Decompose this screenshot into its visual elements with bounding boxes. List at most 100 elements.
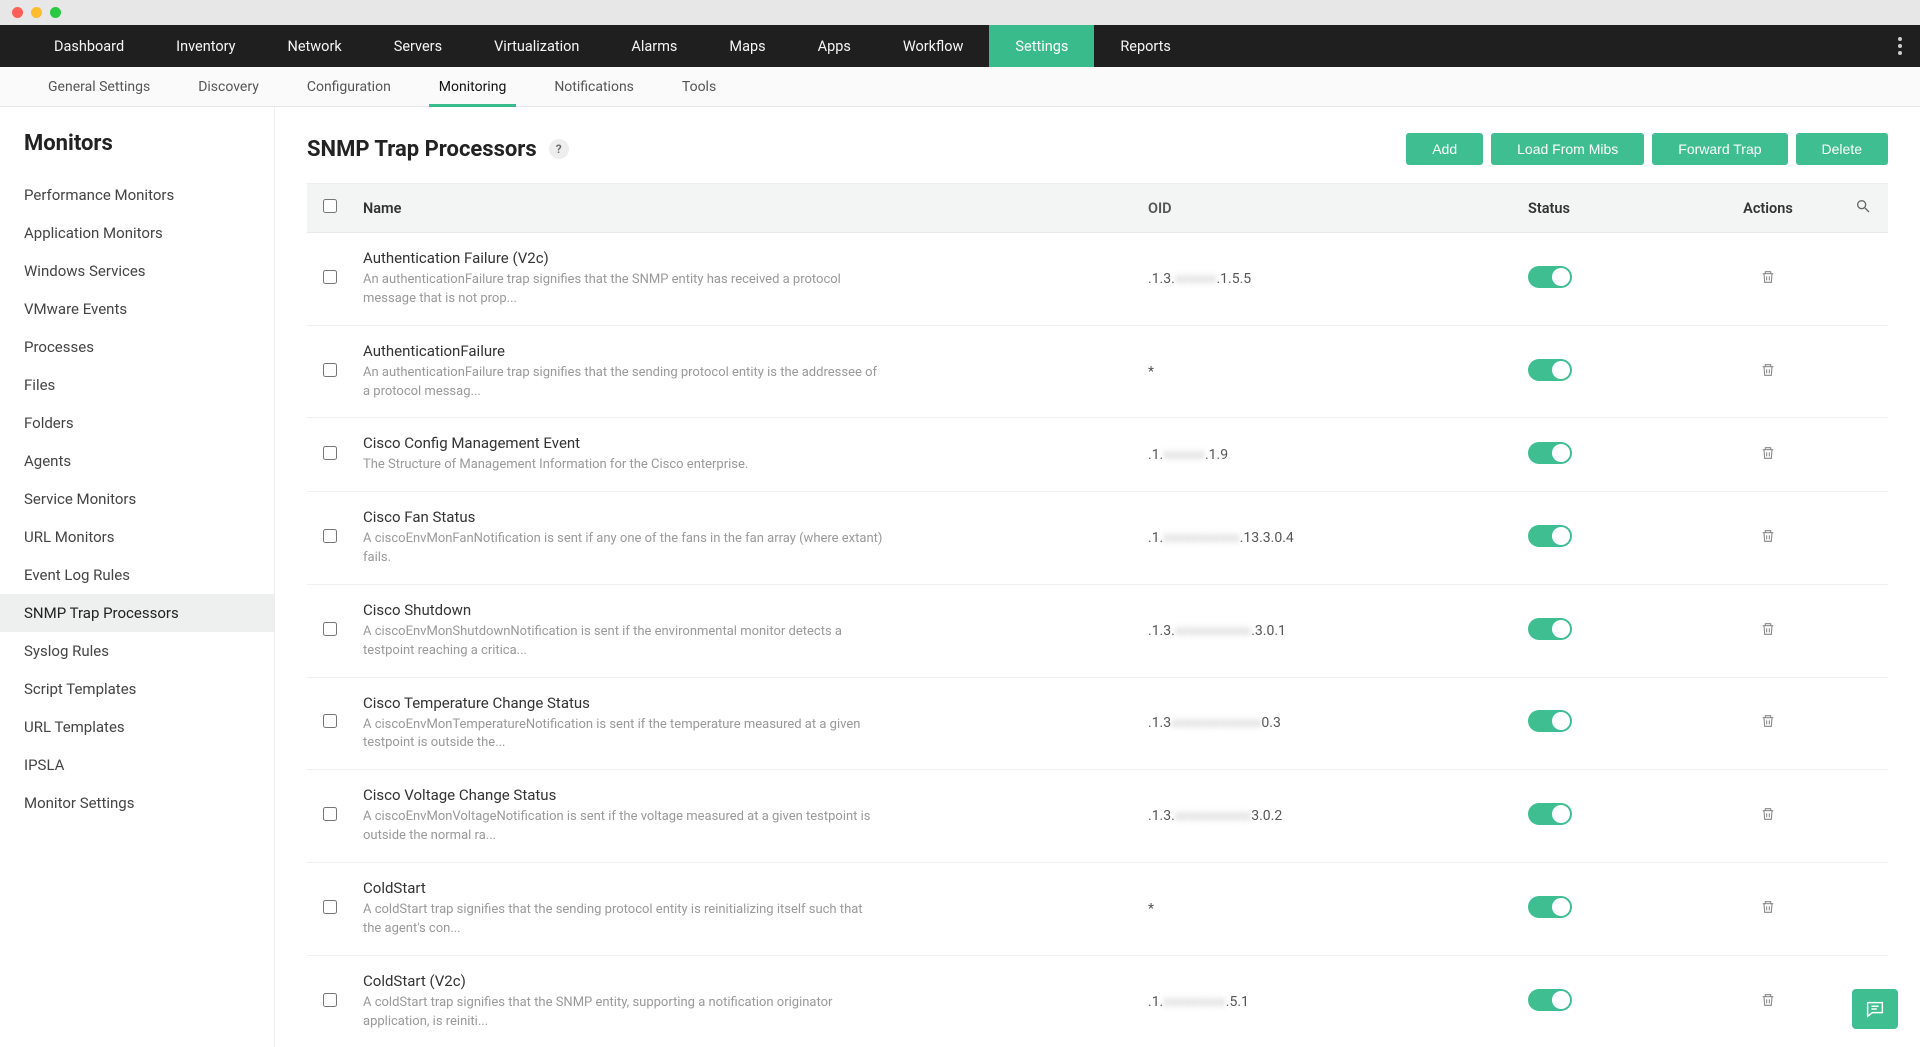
topnav-item-dashboard[interactable]: Dashboard bbox=[28, 25, 150, 67]
row-oid: .1.3.xxxxxxxxxxx3.0.2 bbox=[1138, 770, 1518, 863]
row-description: An authenticationFailure trap signifies … bbox=[363, 271, 883, 309]
subnav-item-tools[interactable]: Tools bbox=[658, 67, 740, 106]
row-name[interactable]: ColdStart (V2c) bbox=[363, 972, 1128, 990]
close-window-icon[interactable] bbox=[12, 7, 23, 18]
delete-row-icon[interactable] bbox=[1760, 713, 1776, 729]
row-name[interactable]: Authentication Failure (V2c) bbox=[363, 249, 1128, 267]
row-checkbox[interactable] bbox=[323, 529, 337, 543]
sidebar-item-agents[interactable]: Agents bbox=[0, 442, 274, 480]
row-name[interactable]: Cisco Temperature Change Status bbox=[363, 694, 1128, 712]
status-toggle[interactable] bbox=[1528, 989, 1572, 1011]
status-toggle[interactable] bbox=[1528, 525, 1572, 547]
page-title-text: SNMP Trap Processors bbox=[307, 137, 537, 162]
minimize-window-icon[interactable] bbox=[31, 7, 42, 18]
row-name[interactable]: Cisco Fan Status bbox=[363, 508, 1128, 526]
maximize-window-icon[interactable] bbox=[50, 7, 61, 18]
delete-row-icon[interactable] bbox=[1760, 621, 1776, 637]
oid-obscured: xxxxxx bbox=[1163, 447, 1205, 463]
sidebar-item-performance-monitors[interactable]: Performance Monitors bbox=[0, 176, 274, 214]
forward-trap-button[interactable]: Forward Trap bbox=[1652, 133, 1787, 165]
row-oid: .1.xxxxxxxxx.5.1 bbox=[1138, 955, 1518, 1047]
status-toggle[interactable] bbox=[1528, 359, 1572, 381]
row-checkbox[interactable] bbox=[323, 900, 337, 914]
delete-row-icon[interactable] bbox=[1760, 528, 1776, 544]
sidebar-item-snmp-trap-processors[interactable]: SNMP Trap Processors bbox=[0, 594, 274, 632]
status-toggle[interactable] bbox=[1528, 803, 1572, 825]
sidebar-item-syslog-rules[interactable]: Syslog Rules bbox=[0, 632, 274, 670]
topnav-item-servers[interactable]: Servers bbox=[368, 25, 468, 67]
window-titlebar bbox=[0, 0, 1920, 25]
sidebar-item-script-templates[interactable]: Script Templates bbox=[0, 670, 274, 708]
table-row: ColdStart (V2c)A coldStart trap signifie… bbox=[307, 955, 1888, 1047]
sidebar-item-url-templates[interactable]: URL Templates bbox=[0, 708, 274, 746]
row-checkbox[interactable] bbox=[323, 714, 337, 728]
status-toggle[interactable] bbox=[1528, 896, 1572, 918]
select-all-checkbox[interactable] bbox=[323, 199, 337, 213]
delete-row-icon[interactable] bbox=[1760, 806, 1776, 822]
action-button-row: Add Load From Mibs Forward Trap Delete bbox=[1406, 133, 1888, 165]
status-toggle[interactable] bbox=[1528, 266, 1572, 288]
delete-button[interactable]: Delete bbox=[1796, 133, 1888, 165]
kebab-menu-icon[interactable] bbox=[1898, 37, 1902, 55]
oid-suffix: 0.3 bbox=[1261, 715, 1280, 731]
subnav-item-discovery[interactable]: Discovery bbox=[174, 67, 283, 106]
sidebar-item-ipsla[interactable]: IPSLA bbox=[0, 746, 274, 784]
sidebar-item-url-monitors[interactable]: URL Monitors bbox=[0, 518, 274, 556]
topnav-item-network[interactable]: Network bbox=[262, 25, 368, 67]
oid-suffix: .13.3.0.4 bbox=[1240, 530, 1294, 546]
col-status: Status bbox=[1518, 184, 1698, 233]
sidebar-item-processes[interactable]: Processes bbox=[0, 328, 274, 366]
row-checkbox[interactable] bbox=[323, 363, 337, 377]
oid-obscured: xxxxxxxxxxx bbox=[1175, 808, 1251, 824]
sidebar-item-vmware-events[interactable]: VMware Events bbox=[0, 290, 274, 328]
table-row: Cisco Fan StatusA ciscoEnvMonFanNotifica… bbox=[307, 492, 1888, 585]
topnav-item-maps[interactable]: Maps bbox=[703, 25, 791, 67]
oid-prefix: .1.3. bbox=[1148, 808, 1175, 824]
sidebar-item-service-monitors[interactable]: Service Monitors bbox=[0, 480, 274, 518]
sidebar-item-windows-services[interactable]: Windows Services bbox=[0, 252, 274, 290]
sidebar-item-monitor-settings[interactable]: Monitor Settings bbox=[0, 784, 274, 822]
topnav-item-virtualization[interactable]: Virtualization bbox=[468, 25, 605, 67]
delete-row-icon[interactable] bbox=[1760, 269, 1776, 285]
search-icon[interactable] bbox=[1855, 201, 1871, 218]
topnav-item-alarms[interactable]: Alarms bbox=[605, 25, 703, 67]
delete-row-icon[interactable] bbox=[1760, 445, 1776, 461]
help-icon[interactable]: ? bbox=[549, 139, 569, 159]
topnav-item-settings[interactable]: Settings bbox=[989, 25, 1094, 67]
page-header: SNMP Trap Processors ? Add Load From Mib… bbox=[307, 133, 1888, 184]
sidebar-item-application-monitors[interactable]: Application Monitors bbox=[0, 214, 274, 252]
topnav-item-reports[interactable]: Reports bbox=[1094, 25, 1197, 67]
sidebar-item-event-log-rules[interactable]: Event Log Rules bbox=[0, 556, 274, 594]
row-name[interactable]: Cisco Shutdown bbox=[363, 601, 1128, 619]
row-checkbox[interactable] bbox=[323, 446, 337, 460]
oid-prefix: .1.3 bbox=[1148, 715, 1171, 731]
row-name[interactable]: ColdStart bbox=[363, 879, 1128, 897]
subnav-item-monitoring[interactable]: Monitoring bbox=[415, 67, 531, 106]
row-name[interactable]: AuthenticationFailure bbox=[363, 342, 1128, 360]
status-toggle[interactable] bbox=[1528, 710, 1572, 732]
row-name[interactable]: Cisco Config Management Event bbox=[363, 434, 1128, 452]
row-description: A ciscoEnvMonShutdownNotification is sen… bbox=[363, 623, 883, 661]
topnav-item-apps[interactable]: Apps bbox=[792, 25, 877, 67]
row-checkbox[interactable] bbox=[323, 807, 337, 821]
subnav-item-configuration[interactable]: Configuration bbox=[283, 67, 415, 106]
row-checkbox[interactable] bbox=[323, 993, 337, 1007]
col-oid: OID bbox=[1138, 184, 1518, 233]
status-toggle[interactable] bbox=[1528, 442, 1572, 464]
delete-row-icon[interactable] bbox=[1760, 362, 1776, 378]
chat-fab[interactable] bbox=[1852, 989, 1898, 1029]
sidebar-item-files[interactable]: Files bbox=[0, 366, 274, 404]
delete-row-icon[interactable] bbox=[1760, 899, 1776, 915]
subnav-item-general-settings[interactable]: General Settings bbox=[24, 67, 174, 106]
row-name[interactable]: Cisco Voltage Change Status bbox=[363, 786, 1128, 804]
status-toggle[interactable] bbox=[1528, 618, 1572, 640]
sidebar-item-folders[interactable]: Folders bbox=[0, 404, 274, 442]
subnav-item-notifications[interactable]: Notifications bbox=[530, 67, 658, 106]
row-checkbox[interactable] bbox=[323, 622, 337, 636]
delete-row-icon[interactable] bbox=[1760, 992, 1776, 1008]
topnav-item-inventory[interactable]: Inventory bbox=[150, 25, 261, 67]
add-button[interactable]: Add bbox=[1406, 133, 1483, 165]
load-from-mibs-button[interactable]: Load From Mibs bbox=[1491, 133, 1644, 165]
topnav-item-workflow[interactable]: Workflow bbox=[877, 25, 990, 67]
row-checkbox[interactable] bbox=[323, 270, 337, 284]
